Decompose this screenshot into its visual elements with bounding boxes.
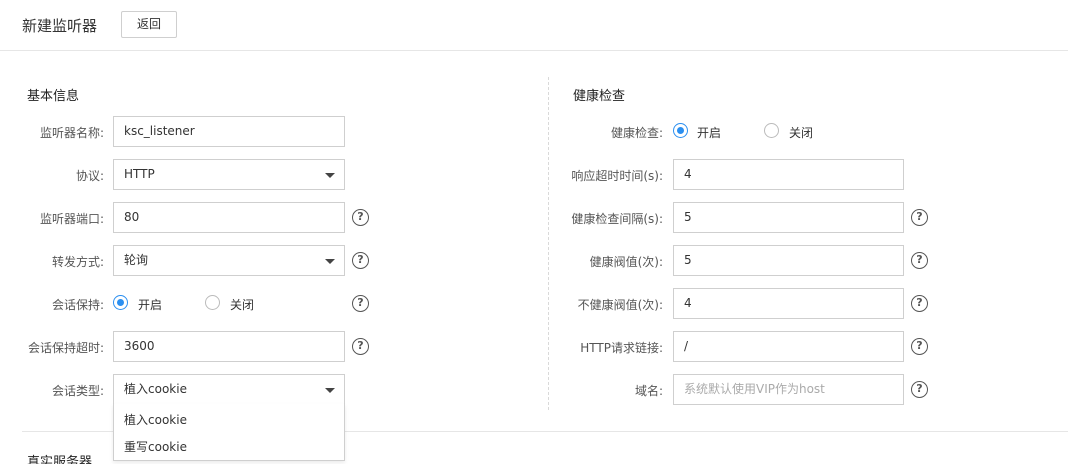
port-label: 监听器端口: — [39, 212, 104, 226]
check-interval-label: 健康检查间隔(s): — [571, 212, 663, 226]
forward-value: 轮询 — [124, 253, 149, 267]
unhealthy-threshold-label: 不健康阀值(次): — [577, 298, 663, 312]
health-check-on-radio[interactable] — [673, 123, 688, 138]
healthy-threshold-label: 健康阀值(次): — [589, 255, 663, 269]
response-timeout-label: 响应超时时间(s): — [571, 169, 663, 183]
help-icon[interactable]: ? — [911, 338, 928, 355]
check-interval-input[interactable]: 5 — [673, 202, 904, 233]
health-check-off-label[interactable]: 关闭 — [789, 124, 813, 141]
session-persistence-label: 会话保持: — [51, 298, 104, 312]
chevron-down-icon — [325, 259, 335, 264]
health-check-on-label[interactable]: 开启 — [697, 124, 721, 141]
protocol-value: HTTP — [124, 167, 155, 181]
help-icon[interactable]: ? — [911, 295, 928, 312]
session-timeout-input[interactable]: 3600 — [113, 331, 345, 362]
listener-name-input[interactable]: ksc_listener — [113, 116, 345, 147]
dropdown-option-rewrite-cookie[interactable]: 重写cookie — [124, 438, 187, 455]
listener-name-label: 监听器名称: — [39, 126, 104, 140]
back-button[interactable]: 返回 — [121, 11, 177, 38]
page-title: 新建监听器 — [22, 17, 98, 35]
top-bar: 新建监听器 返回 — [0, 0, 1068, 51]
forward-label: 转发方式: — [51, 255, 104, 269]
session-timeout-label: 会话保持超时: — [27, 341, 104, 355]
health-check-off-radio[interactable] — [764, 123, 779, 138]
chevron-down-icon — [325, 388, 335, 393]
domain-input[interactable]: 系统默认使用VIP作为host — [673, 374, 904, 405]
forward-select[interactable]: 轮询 — [113, 245, 345, 276]
help-icon[interactable]: ? — [352, 252, 369, 269]
help-icon[interactable]: ? — [352, 295, 369, 312]
session-on-radio[interactable] — [113, 295, 128, 310]
real-server-title: 真实服务器 — [27, 455, 93, 464]
session-off-radio[interactable] — [205, 295, 220, 310]
protocol-label: 协议: — [75, 169, 104, 183]
help-icon[interactable]: ? — [352, 338, 369, 355]
protocol-select[interactable]: HTTP — [113, 159, 345, 190]
http-link-input[interactable]: / — [673, 331, 904, 362]
session-type-dropdown: 植入cookie 重写cookie — [113, 404, 345, 461]
health-check-label: 健康检查: — [610, 126, 663, 140]
help-icon[interactable]: ? — [911, 381, 928, 398]
help-icon[interactable]: ? — [911, 252, 928, 269]
dropdown-option-insert-cookie[interactable]: 植入cookie — [124, 411, 187, 428]
help-icon[interactable]: ? — [352, 209, 369, 226]
session-type-select[interactable]: 植入cookie — [113, 374, 345, 405]
session-type-label: 会话类型: — [51, 384, 104, 398]
response-timeout-input[interactable]: 4 — [673, 159, 904, 190]
unhealthy-threshold-input[interactable]: 4 — [673, 288, 904, 319]
healthy-threshold-input[interactable]: 5 — [673, 245, 904, 276]
help-icon[interactable]: ? — [911, 209, 928, 226]
session-off-label[interactable]: 关闭 — [230, 296, 254, 313]
http-link-label: HTTP请求链接: — [580, 341, 663, 355]
basic-info-title: 基本信息 — [27, 89, 80, 104]
port-input[interactable]: 80 — [113, 202, 345, 233]
chevron-down-icon — [325, 173, 335, 178]
health-check-title: 健康检查 — [573, 89, 626, 104]
session-type-value: 植入cookie — [124, 382, 187, 396]
domain-label: 域名: — [634, 384, 663, 398]
session-on-label[interactable]: 开启 — [138, 296, 162, 313]
